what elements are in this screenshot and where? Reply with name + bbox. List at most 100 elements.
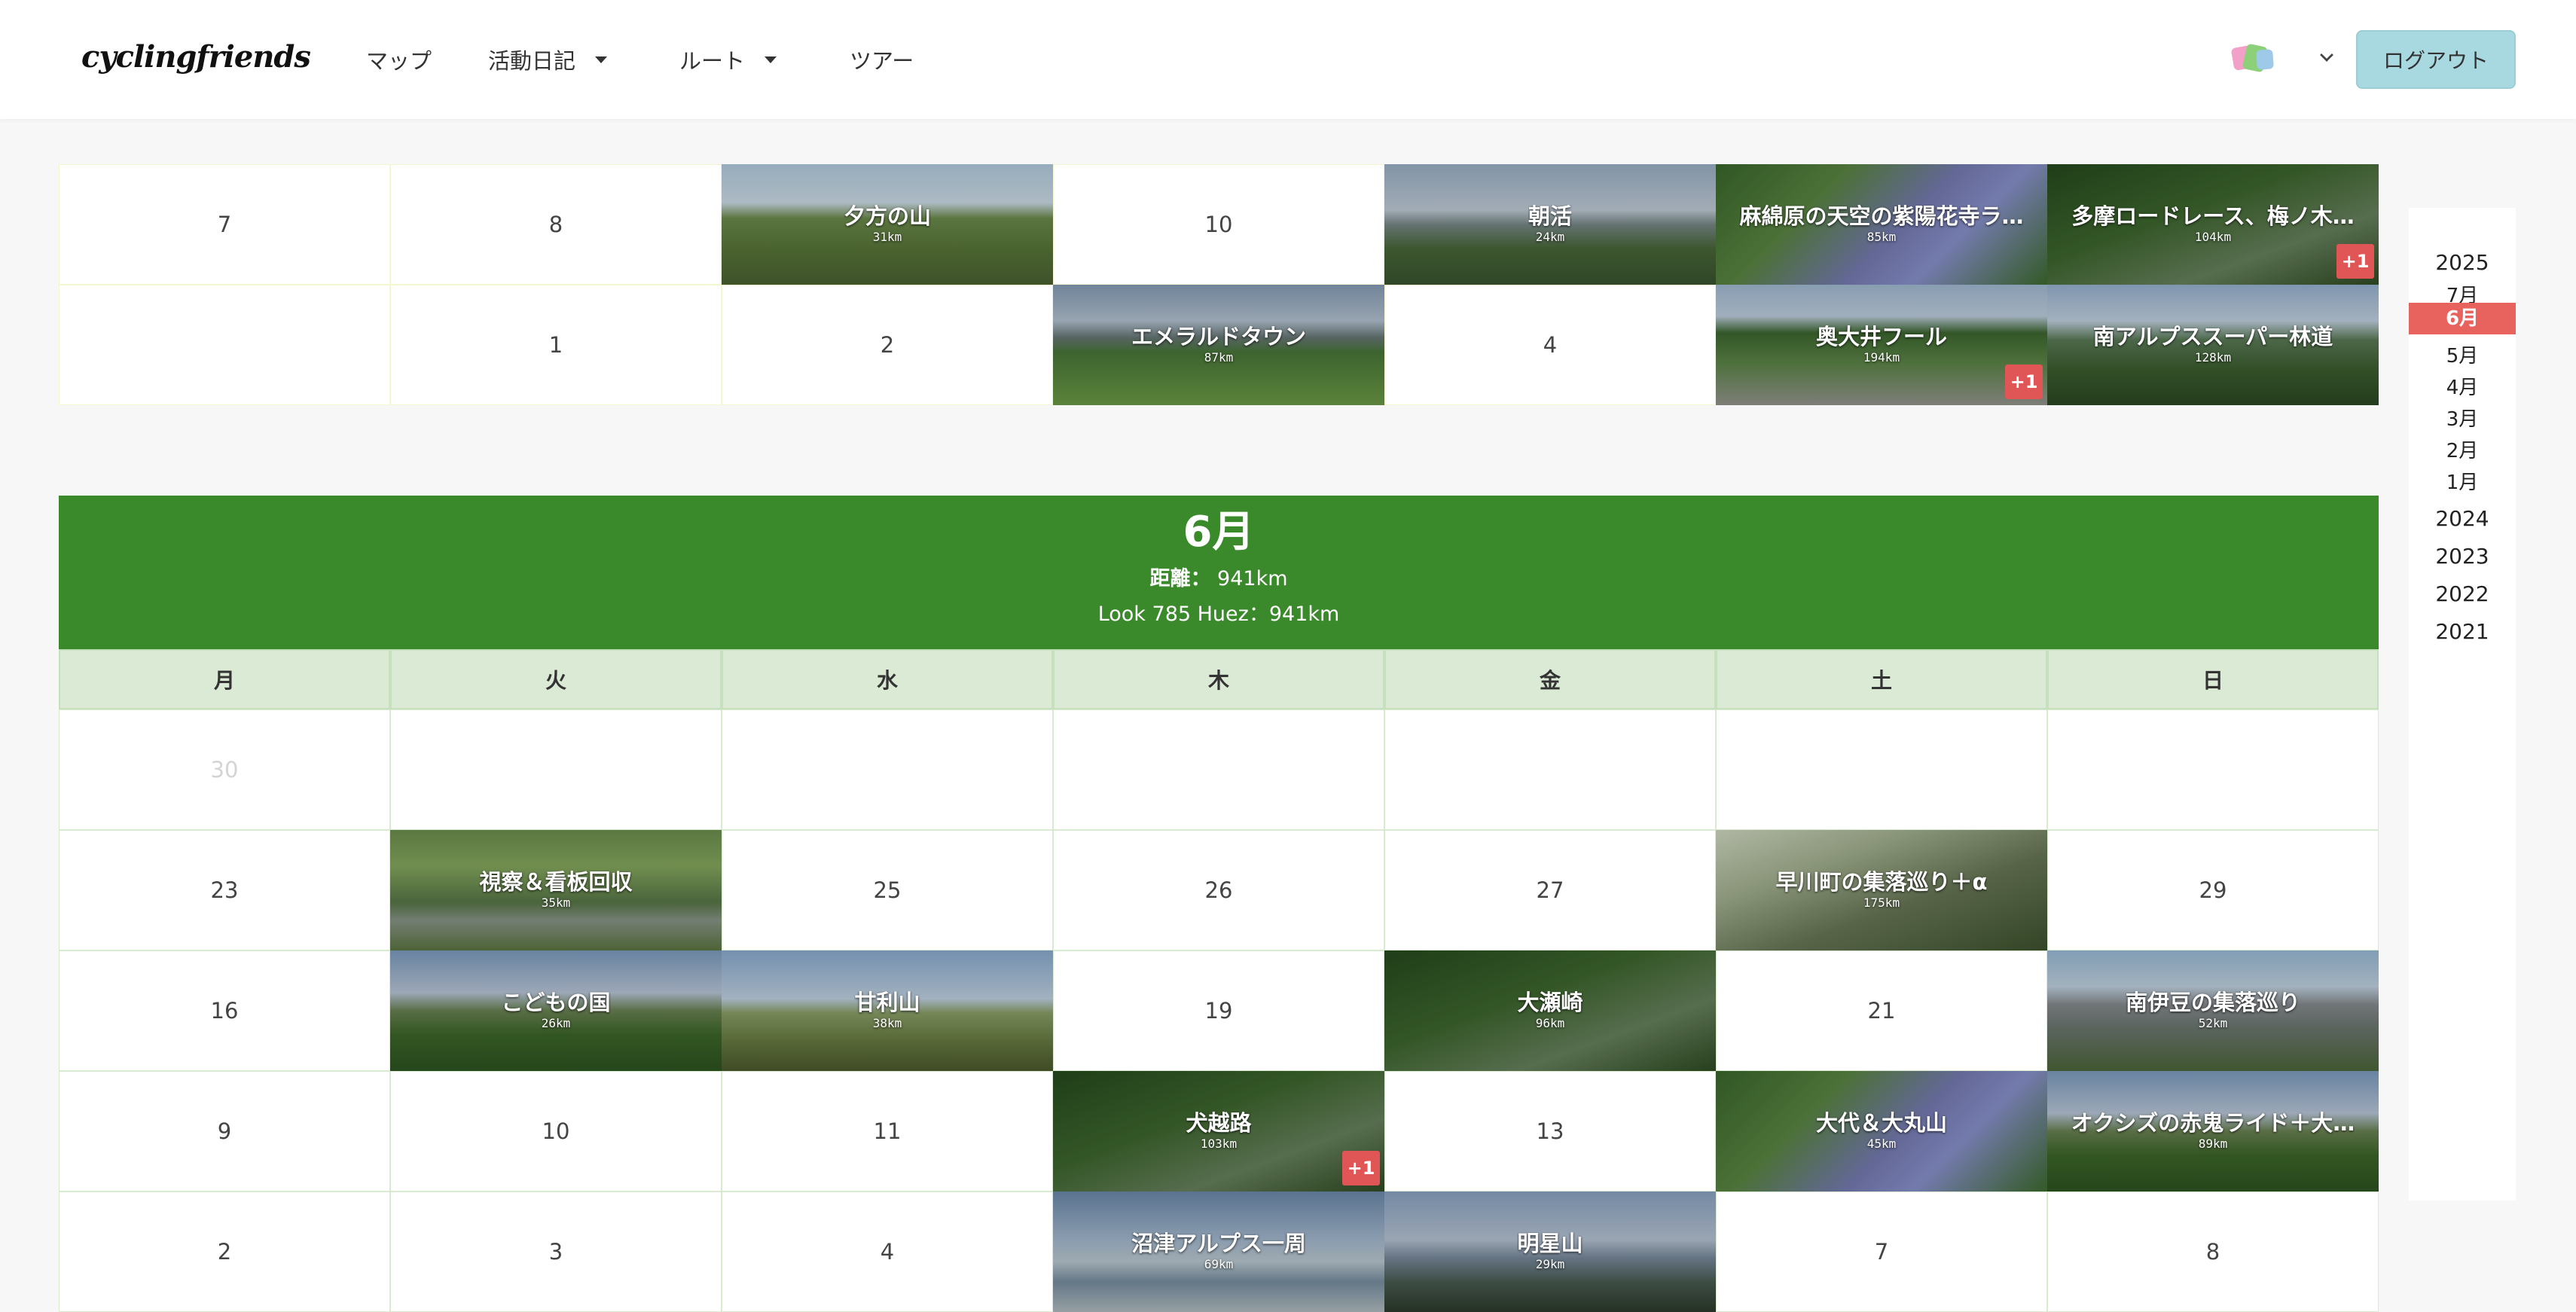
calendar-day-cell: 29 — [2047, 830, 2379, 950]
ride-summary: 甘利山 38km — [854, 991, 920, 1031]
calendar-day-cell: 13 — [1384, 1071, 1716, 1191]
weekday-sat: 土 — [1716, 649, 2047, 709]
nav-routes[interactable]: ルート — [679, 44, 777, 75]
ride-distance: 31km — [872, 230, 902, 245]
calendar-day-cell[interactable]: 大瀬崎 96km — [1384, 950, 1716, 1071]
day-number: 2 — [880, 332, 895, 358]
sidebar-year-link[interactable]: 2023 — [2409, 544, 2516, 569]
day-number: 2 — [217, 1239, 232, 1265]
nav-tours-label: ツアー — [850, 48, 914, 74]
nav-activities[interactable]: 活動日記 — [488, 44, 608, 75]
sidebar-month-link[interactable]: 5月 — [2409, 340, 2516, 368]
sidebar-month-link[interactable]: 2月 — [2409, 435, 2516, 463]
calendar-week-row: 30 — [59, 709, 2379, 830]
calendar-day-cell[interactable]: 視察＆看板回収 35km — [390, 830, 722, 950]
calendar-day-cell: 9 — [59, 1071, 390, 1191]
calendar-day-cell: 4 — [722, 1191, 1053, 1312]
calendar-day-cell[interactable]: 南伊豆の集落巡り 52km — [2047, 950, 2379, 1071]
ride-distance: 104km — [2194, 230, 2232, 245]
weekday-wed: 水 — [722, 649, 1053, 709]
caret-down-icon — [595, 56, 608, 63]
sidebar-month-link[interactable]: 1月 — [2409, 467, 2516, 495]
sidebar-year-link[interactable]: 2022 — [2409, 581, 2516, 606]
ride-distance: 85km — [1866, 230, 1897, 245]
month-distance: 距離： 941km — [59, 562, 2379, 591]
nav-routes-label: ルート — [679, 48, 746, 74]
day-number: 8 — [548, 212, 563, 237]
calendar-day-cell[interactable]: オクシズの赤鬼ライド＋大… 89km — [2047, 1071, 2379, 1191]
site-logo[interactable]: cyclingfriends — [81, 39, 311, 75]
calendar-week-row: 7 8 夕方の山 31km 10 朝活 24km 麻綿原の天空の紫陽花寺ラ… 85km 多摩ロード… — [59, 164, 2379, 285]
calendar-day-cell: 11 — [722, 1071, 1053, 1191]
calendar-day-cell[interactable]: 多摩ロードレース、梅ノ木… 104km +1 — [2047, 164, 2379, 285]
calendar-day-cell — [1053, 709, 1384, 830]
calendar-day-cell — [1716, 709, 2047, 830]
day-number: 11 — [873, 1118, 902, 1144]
nav-map-label: マップ — [366, 48, 432, 74]
calendar-day-cell[interactable]: 大代＆大丸山 45km — [1716, 1071, 2047, 1191]
calendar-day-cell[interactable]: エメラルドタウン 87km — [1053, 285, 1384, 405]
day-number: 7 — [217, 212, 232, 237]
user-avatar-icon[interactable] — [2230, 42, 2278, 75]
sidebar-month-link[interactable]: 6月 — [2409, 303, 2516, 334]
calendar-week-row: 23 視察＆看板回収 35km 25 26 27 早川町の集落巡り＋α 175km 29 — [59, 830, 2379, 950]
calendar-day-cell: 7 — [59, 164, 390, 285]
calendar-day-cell[interactable]: 犬越路 103km +1 — [1053, 1071, 1384, 1191]
calendar-week-row: 2 3 4 沼津アルプス一周 69km 明星山 29km 7 8 — [59, 1191, 2379, 1312]
ride-title: 南伊豆の集落巡り — [2125, 990, 2300, 1015]
month-title: 6月 — [1183, 508, 1255, 557]
more-activities-badge[interactable]: +1 — [2336, 244, 2374, 279]
calendar-day-cell: 8 — [2047, 1191, 2379, 1312]
calendar-day-cell[interactable]: 明星山 29km — [1384, 1191, 1716, 1312]
ride-summary: エメラルドタウン 87km — [1131, 325, 1306, 365]
calendar-day-cell — [2047, 709, 2379, 830]
calendar-day-cell: 2 — [59, 1191, 390, 1312]
calendar-day-cell[interactable]: こどもの国 26km — [390, 950, 722, 1071]
calendar-day-cell[interactable]: 沼津アルプス一周 69km — [1053, 1191, 1384, 1312]
calendar-day-cell[interactable]: 南アルプススーパー林道 128km — [2047, 285, 2379, 405]
ride-title: 犬越路 — [1186, 1111, 1252, 1136]
calendar-day-cell[interactable]: 奥大井フール 194km +1 — [1716, 285, 2047, 405]
ride-summary: オクシズの赤鬼ライド＋大… 89km — [2071, 1112, 2355, 1152]
ride-summary: 犬越路 103km — [1186, 1112, 1251, 1152]
distance-label: 距離： — [1149, 566, 1211, 590]
calendar-day-cell: 19 — [1053, 950, 1384, 1071]
ride-summary: 早川町の集落巡り＋α 175km — [1776, 871, 1988, 911]
calendar-day-cell[interactable]: 朝活 24km — [1384, 164, 1716, 285]
calendar-day-cell: 21 — [1716, 950, 2047, 1071]
calendar-day-cell[interactable]: 早川町の集落巡り＋α 175km — [1716, 830, 2047, 950]
ride-title: 早川町の集落巡り＋α — [1775, 870, 1988, 895]
ride-title: オクシズの赤鬼ライド＋大… — [2071, 1111, 2355, 1136]
ride-distance: 24km — [1535, 230, 1565, 245]
day-number: 29 — [2199, 877, 2227, 903]
distance-value: 941km — [1217, 566, 1288, 590]
ride-summary: 奥大井フール 194km — [1816, 325, 1947, 365]
sidebar-year-link[interactable]: 2021 — [2409, 619, 2516, 644]
chevron-down-icon[interactable] — [2320, 48, 2333, 62]
day-number: 16 — [210, 998, 239, 1024]
top-navbar: cyclingfriends マップ 活動日記 ルート ツアー ログアウト — [0, 0, 2576, 119]
logout-button[interactable]: ログアウト — [2356, 30, 2516, 89]
sidebar-month-link[interactable]: 3月 — [2409, 404, 2516, 432]
calendar-day-cell[interactable]: 甘利山 38km — [722, 950, 1053, 1071]
ride-distance: 52km — [2198, 1016, 2228, 1031]
previous-month-calendar: 7 8 夕方の山 31km 10 朝活 24km 麻綿原の天空の紫陽花寺ラ… 85km 多摩ロード… — [59, 164, 2379, 405]
calendar-day-cell: 1 — [390, 285, 722, 405]
weekday-fri: 金 — [1384, 649, 1716, 709]
calendar-day-cell[interactable]: 麻綿原の天空の紫陽花寺ラ… 85km — [1716, 164, 2047, 285]
more-activities-badge[interactable]: +1 — [2005, 365, 2043, 399]
nav-tours[interactable]: ツアー — [850, 44, 914, 75]
ride-title: 沼津アルプス一周 — [1131, 1231, 1306, 1256]
day-number: 10 — [1204, 212, 1233, 237]
more-activities-badge[interactable]: +1 — [1342, 1151, 1380, 1185]
ride-distance: 103km — [1200, 1137, 1238, 1152]
ride-distance: 38km — [872, 1016, 902, 1031]
ride-distance: 45km — [1866, 1137, 1897, 1152]
sidebar-year-link[interactable]: 2024 — [2409, 506, 2516, 531]
sidebar-year-link[interactable]: 2025 — [2409, 250, 2516, 275]
calendar-day-cell[interactable]: 夕方の山 31km — [722, 164, 1053, 285]
sidebar-month-link[interactable]: 4月 — [2409, 372, 2516, 400]
nav-map[interactable]: マップ — [366, 44, 432, 75]
calendar-day-cell — [390, 709, 722, 830]
ride-summary: 視察＆看板回収 35km — [479, 871, 632, 911]
